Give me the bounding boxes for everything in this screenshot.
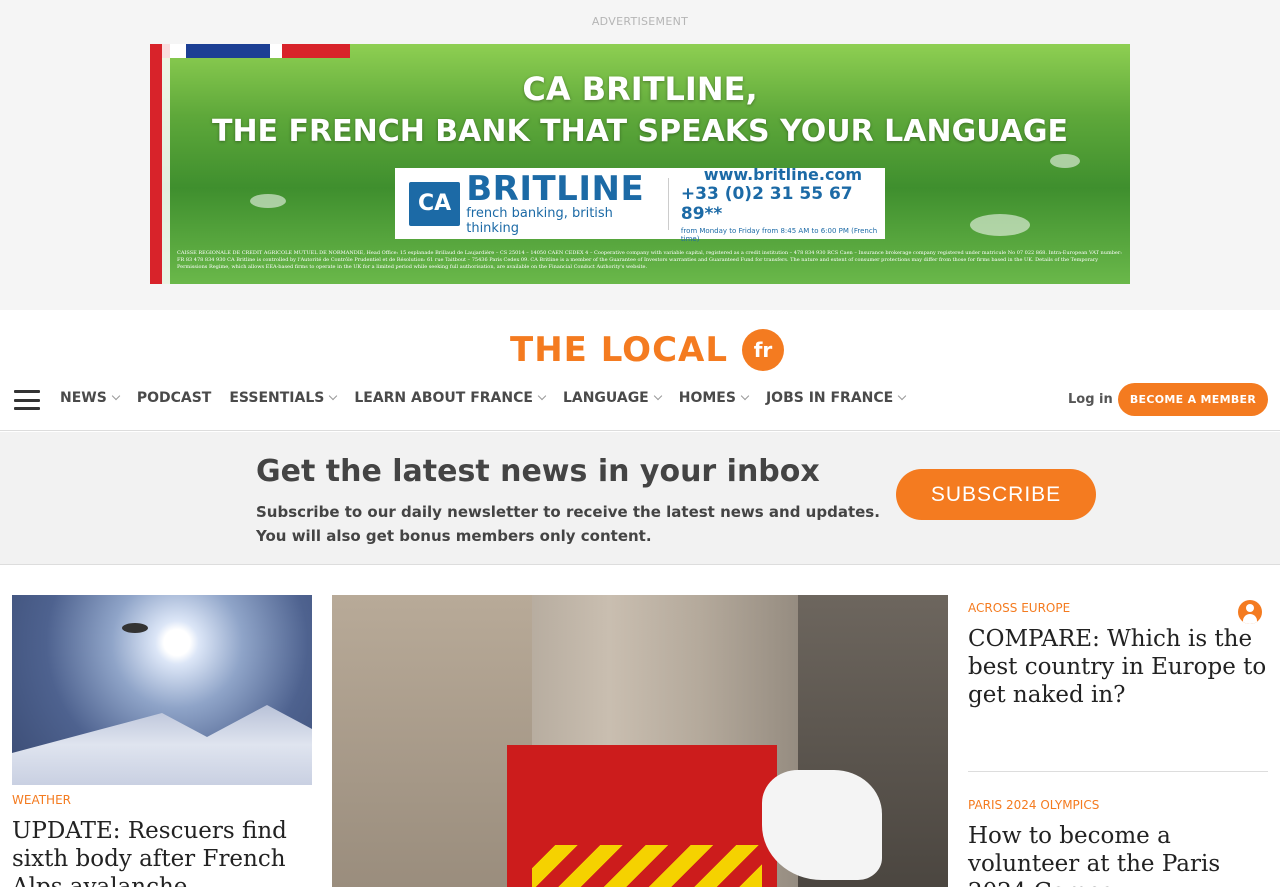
nav-item-label: HOMES <box>678 390 736 406</box>
nav-item-podcast[interactable]: PODCAST <box>137 390 212 406</box>
logo-fr-badge: fr <box>742 329 784 371</box>
hamburger-menu-icon[interactable] <box>14 390 40 410</box>
ad-phone: +33 (0)2 31 55 67 89** <box>680 183 853 224</box>
login-link[interactable]: Log in <box>1068 392 1113 407</box>
flower-blur <box>250 194 286 208</box>
article-card-left[interactable]: WEATHER UPDATE: Rescuers find sixth body… <box>12 595 312 887</box>
site-header: THE LOCAL fr NEWS PODCAST ESSENTIALS LEA… <box>0 310 1280 431</box>
flag-stripe <box>150 44 350 58</box>
nav-item-label: ESSENTIALS <box>229 390 325 406</box>
ad-headline-1: CA BRITLINE, <box>522 70 758 108</box>
chevron-down-icon <box>537 391 547 401</box>
chevron-down-icon <box>329 391 338 401</box>
article-tag[interactable]: ACROSS EUROPE <box>968 601 1268 615</box>
newsletter-banner: Get the latest news in your inbox Subscr… <box>0 432 1280 565</box>
flower-blur <box>970 214 1030 236</box>
chevron-down-icon <box>897 391 907 401</box>
ad-brand-tagline: french banking, british thinking <box>466 205 613 236</box>
article-tag[interactable]: WEATHER <box>12 793 312 807</box>
nav-item-language[interactable]: LANGUAGE <box>562 390 662 406</box>
nav-item-label: NEWS <box>60 390 107 406</box>
article-image-avalanche[interactable] <box>12 595 312 785</box>
flower-blur <box>1050 154 1080 168</box>
snow-mountain-shape <box>12 705 312 785</box>
article-divider <box>968 771 1268 772</box>
nav-item-jobs-in-france[interactable]: JOBS IN FRANCE <box>765 390 907 406</box>
ad-contact: www.britline.com +33 (0)2 31 55 67 89** … <box>681 165 885 243</box>
newsletter-title: Get the latest news in your inbox <box>256 454 820 489</box>
ad-hours: from Monday to Friday from 8:45 AM to 6:… <box>680 226 878 243</box>
article-headline[interactable]: How to become a volunteer at the Paris 2… <box>968 822 1268 887</box>
article-tag[interactable]: PARIS 2024 OLYMPICS <box>968 798 1268 812</box>
helicopter-shape <box>122 623 148 633</box>
featured-article-image[interactable] <box>332 595 948 887</box>
newsletter-text-line: You will also get bonus members only con… <box>256 527 652 545</box>
chevron-down-icon <box>111 391 121 401</box>
newsletter-text: Subscribe to our daily newsletter to rec… <box>256 500 880 548</box>
become-member-button[interactable]: BECOME A MEMBER <box>1118 383 1268 416</box>
ad-label: ADVERTISEMENT <box>591 15 689 28</box>
ad-banner[interactable]: CA BRITLINE, THE FRENCH BANK THAT SPEAKS… <box>150 44 1130 284</box>
subscribe-button[interactable]: SUBSCRIBE <box>896 469 1096 520</box>
ad-brand-name: BRITLINE <box>466 168 645 209</box>
nav-item-essentials[interactable]: ESSENTIALS <box>229 390 338 406</box>
main-nav: NEWS PODCAST ESSENTIALS LEARN ABOUT FRAN… <box>0 382 1280 418</box>
nav-item-label: LEARN ABOUT FRANCE <box>354 390 533 406</box>
nav-item-learn-about-france[interactable]: LEARN ABOUT FRANCE <box>354 390 547 406</box>
ad-brand: BRITLINE french banking, british thinkin… <box>466 172 656 236</box>
ad-contact-box: CA BRITLINE french banking, british thin… <box>395 165 885 243</box>
ad-area: ADVERTISEMENT CA BRITLINE, THE FRENCH BA… <box>0 0 1280 310</box>
chevron-down-icon <box>653 391 662 401</box>
nav-items: NEWS PODCAST ESSENTIALS LEARN ABOUT FRAN… <box>60 390 923 406</box>
ad-url: www.britline.com <box>703 164 863 184</box>
ad-legal-text: CAISSE REGIONALE DE CREDIT AGRICOLE MUTU… <box>177 250 1122 270</box>
ad-headline-2: THE FRENCH BANK THAT SPEAKS YOUR LANGUAG… <box>211 114 1069 149</box>
article-card[interactable]: ACROSS EUROPE COMPARE: Which is the best… <box>968 601 1268 709</box>
building-shape <box>332 595 532 887</box>
nav-item-label: LANGUAGE <box>562 390 649 406</box>
nav-item-homes[interactable]: HOMES <box>678 390 750 406</box>
logo-text: THE LOCAL <box>510 330 728 370</box>
fire-truck-stripes <box>532 845 762 887</box>
britline-logo-icon: CA <box>409 181 461 226</box>
white-sheet-shape <box>762 770 882 880</box>
chevron-down-icon <box>740 391 750 401</box>
site-logo[interactable]: THE LOCAL fr <box>510 329 784 371</box>
ad-divider <box>667 177 669 230</box>
article-headline[interactable]: COMPARE: Which is the best country in Eu… <box>968 625 1268 709</box>
article-headline[interactable]: UPDATE: Rescuers find sixth body after F… <box>12 817 312 887</box>
user-account-icon[interactable] <box>1238 600 1262 624</box>
nav-item-news[interactable]: NEWS <box>60 390 121 406</box>
newsletter-text-line: Subscribe to our daily newsletter to rec… <box>256 503 880 521</box>
article-card[interactable]: PARIS 2024 OLYMPICS How to become a volu… <box>968 798 1268 887</box>
article-list-right: ACROSS EUROPE COMPARE: Which is the best… <box>968 595 1268 887</box>
nav-item-label: JOBS IN FRANCE <box>765 390 894 406</box>
nav-item-label: PODCAST <box>136 390 212 406</box>
